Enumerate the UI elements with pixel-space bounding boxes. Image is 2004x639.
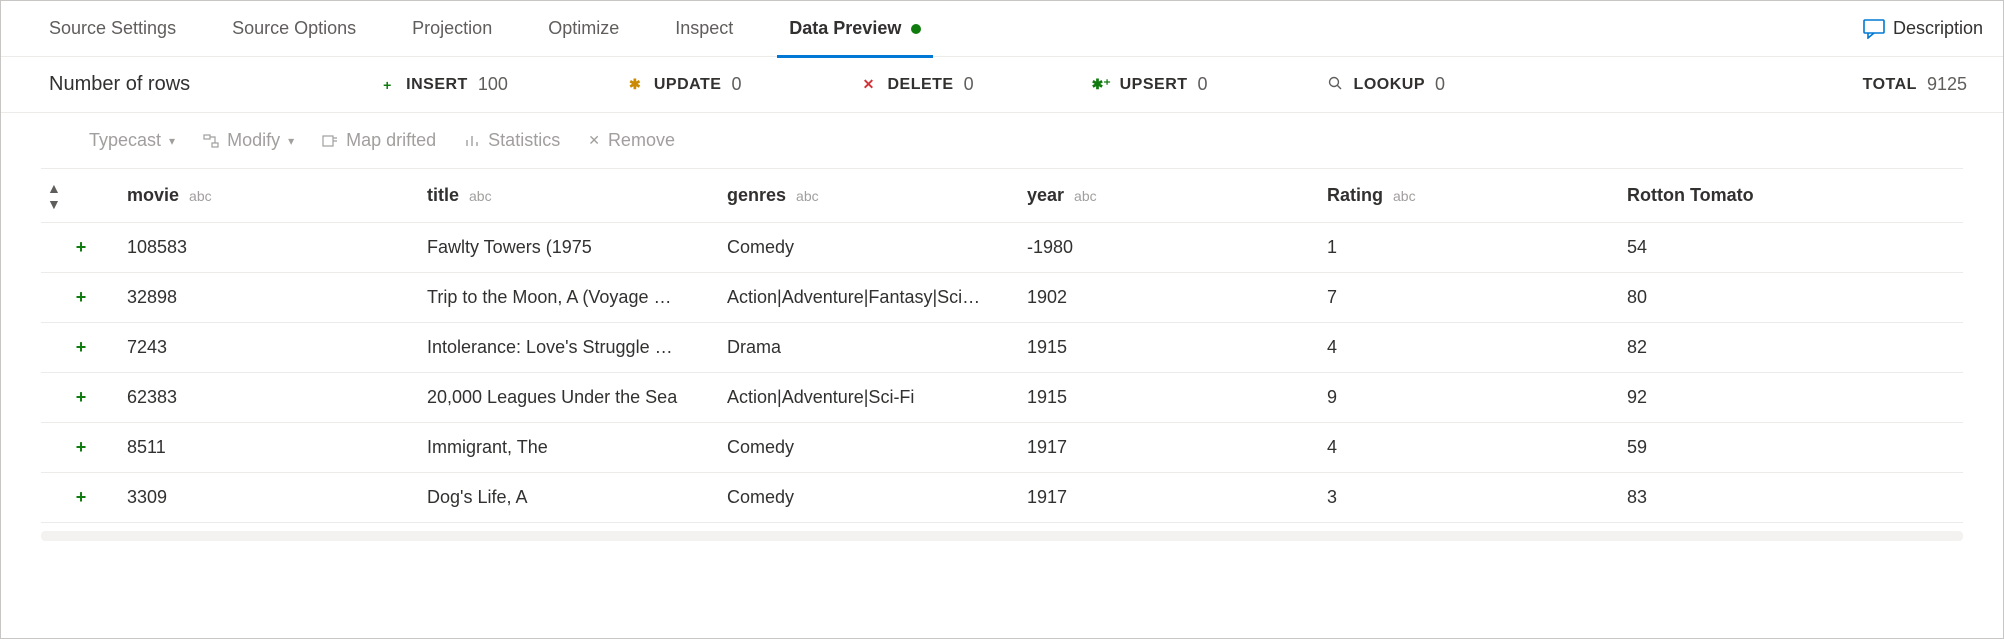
column-header-title[interactable]: title abc <box>421 185 721 206</box>
description-button[interactable]: Description <box>1863 18 1983 39</box>
grid-toolbar: Typecast▾ Modify▾ Map drifted Statistics… <box>41 113 1963 169</box>
insert-marker-icon: + <box>41 437 121 458</box>
modify-button[interactable]: Modify▾ <box>203 130 294 151</box>
cell-year: 1917 <box>1021 437 1321 458</box>
statistics-button[interactable]: Statistics <box>464 130 560 151</box>
cell-title: Intolerance: Love's Struggle … <box>421 337 721 358</box>
cell-movie: 3309 <box>121 487 421 508</box>
cell-year: -1980 <box>1021 237 1321 258</box>
cell-genres: Action|Adventure|Sci-Fi <box>721 387 1021 408</box>
row-count-stats: Number of rows + INSERT 100 ✱ UPDATE 0 ✕… <box>1 57 2003 113</box>
cell-rt: 54 <box>1621 237 1881 258</box>
cell-rating: 9 <box>1321 387 1621 408</box>
cell-title: Dog's Life, A <box>421 487 721 508</box>
column-header-movie[interactable]: movie abc <box>121 185 421 206</box>
stat-upsert: ✱⁺ UPSERT 0 <box>1092 74 1208 95</box>
table-row[interactable]: +7243Intolerance: Love's Struggle …Drama… <box>41 323 1963 373</box>
cell-movie: 7243 <box>121 337 421 358</box>
tab-optimize[interactable]: Optimize <box>520 1 647 57</box>
comment-icon <box>1863 19 1885 39</box>
stat-insert: + INSERT 100 <box>378 74 508 95</box>
cell-genres: Action|Adventure|Fantasy|Sci… <box>721 287 1021 308</box>
horizontal-scrollbar[interactable] <box>41 531 1963 541</box>
column-header-genres[interactable]: genres abc <box>721 185 1021 206</box>
cell-rating: 7 <box>1321 287 1621 308</box>
table-row[interactable]: +6238320,000 Leagues Under the SeaAction… <box>41 373 1963 423</box>
stat-total: TOTAL 9125 <box>1863 74 1967 95</box>
cell-title: Immigrant, The <box>421 437 721 458</box>
stats-label: Number of rows <box>49 73 190 96</box>
table-row[interactable]: +3309Dog's Life, AComedy1917383 <box>41 473 1963 523</box>
table-row[interactable]: +32898Trip to the Moon, A (Voyage …Actio… <box>41 273 1963 323</box>
cell-rating: 3 <box>1321 487 1621 508</box>
remove-button[interactable]: ✕ Remove <box>588 130 675 151</box>
insert-marker-icon: + <box>41 237 121 258</box>
sort-icon[interactable]: ▲▼ <box>41 180 121 212</box>
tab-projection[interactable]: Projection <box>384 1 520 57</box>
search-icon <box>1326 76 1344 93</box>
data-grid: ▲▼ movie abc title abc genres abc year a… <box>41 169 1963 523</box>
cell-genres: Comedy <box>721 487 1021 508</box>
cell-rt: 83 <box>1621 487 1881 508</box>
tab-source-settings[interactable]: Source Settings <box>21 1 204 57</box>
map-drifted-icon <box>322 133 338 149</box>
cell-year: 1902 <box>1021 287 1321 308</box>
cell-rt: 59 <box>1621 437 1881 458</box>
tab-source-options[interactable]: Source Options <box>204 1 384 57</box>
upsert-icon: ✱⁺ <box>1092 76 1110 93</box>
insert-marker-icon: + <box>41 487 121 508</box>
tab-data-preview[interactable]: Data Preview <box>761 1 949 57</box>
cell-title: Fawlty Towers (1975 <box>421 237 721 258</box>
cell-movie: 32898 <box>121 287 421 308</box>
cell-year: 1917 <box>1021 487 1321 508</box>
tab-bar: Source Settings Source Options Projectio… <box>1 1 2003 57</box>
chevron-down-icon: ▾ <box>288 134 294 148</box>
cell-genres: Drama <box>721 337 1021 358</box>
modify-icon <box>203 133 219 149</box>
status-dot-icon <box>911 24 921 34</box>
cell-rating: 4 <box>1321 337 1621 358</box>
cell-rating: 4 <box>1321 437 1621 458</box>
asterisk-icon: ✱ <box>626 76 644 93</box>
cell-rating: 1 <box>1321 237 1621 258</box>
cell-year: 1915 <box>1021 387 1321 408</box>
column-header-year[interactable]: year abc <box>1021 185 1321 206</box>
grid-header-row: ▲▼ movie abc title abc genres abc year a… <box>41 169 1963 223</box>
cell-genres: Comedy <box>721 437 1021 458</box>
cell-rt: 80 <box>1621 287 1881 308</box>
cell-title: 20,000 Leagues Under the Sea <box>421 387 721 408</box>
cell-movie: 62383 <box>121 387 421 408</box>
map-drifted-button[interactable]: Map drifted <box>322 130 436 151</box>
close-icon: ✕ <box>588 132 600 149</box>
stat-update: ✱ UPDATE 0 <box>626 74 742 95</box>
typecast-button[interactable]: Typecast▾ <box>89 130 175 151</box>
stat-lookup: LOOKUP 0 <box>1326 74 1445 95</box>
chevron-down-icon: ▾ <box>169 134 175 148</box>
x-icon: ✕ <box>859 76 877 93</box>
stat-delete: ✕ DELETE 0 <box>859 74 973 95</box>
cell-movie: 8511 <box>121 437 421 458</box>
insert-marker-icon: + <box>41 287 121 308</box>
statistics-icon <box>464 133 480 149</box>
cell-movie: 108583 <box>121 237 421 258</box>
table-row[interactable]: +108583Fawlty Towers (1975Comedy-1980154 <box>41 223 1963 273</box>
insert-marker-icon: + <box>41 337 121 358</box>
insert-marker-icon: + <box>41 387 121 408</box>
cell-title: Trip to the Moon, A (Voyage … <box>421 287 721 308</box>
plus-icon: + <box>378 77 396 93</box>
cell-rt: 82 <box>1621 337 1881 358</box>
column-header-rating[interactable]: Rating abc <box>1321 185 1621 206</box>
table-row[interactable]: +8511Immigrant, TheComedy1917459 <box>41 423 1963 473</box>
column-header-rt[interactable]: Rotton Tomato <box>1621 185 1881 206</box>
cell-year: 1915 <box>1021 337 1321 358</box>
cell-rt: 92 <box>1621 387 1881 408</box>
cell-genres: Comedy <box>721 237 1021 258</box>
tab-inspect[interactable]: Inspect <box>647 1 761 57</box>
